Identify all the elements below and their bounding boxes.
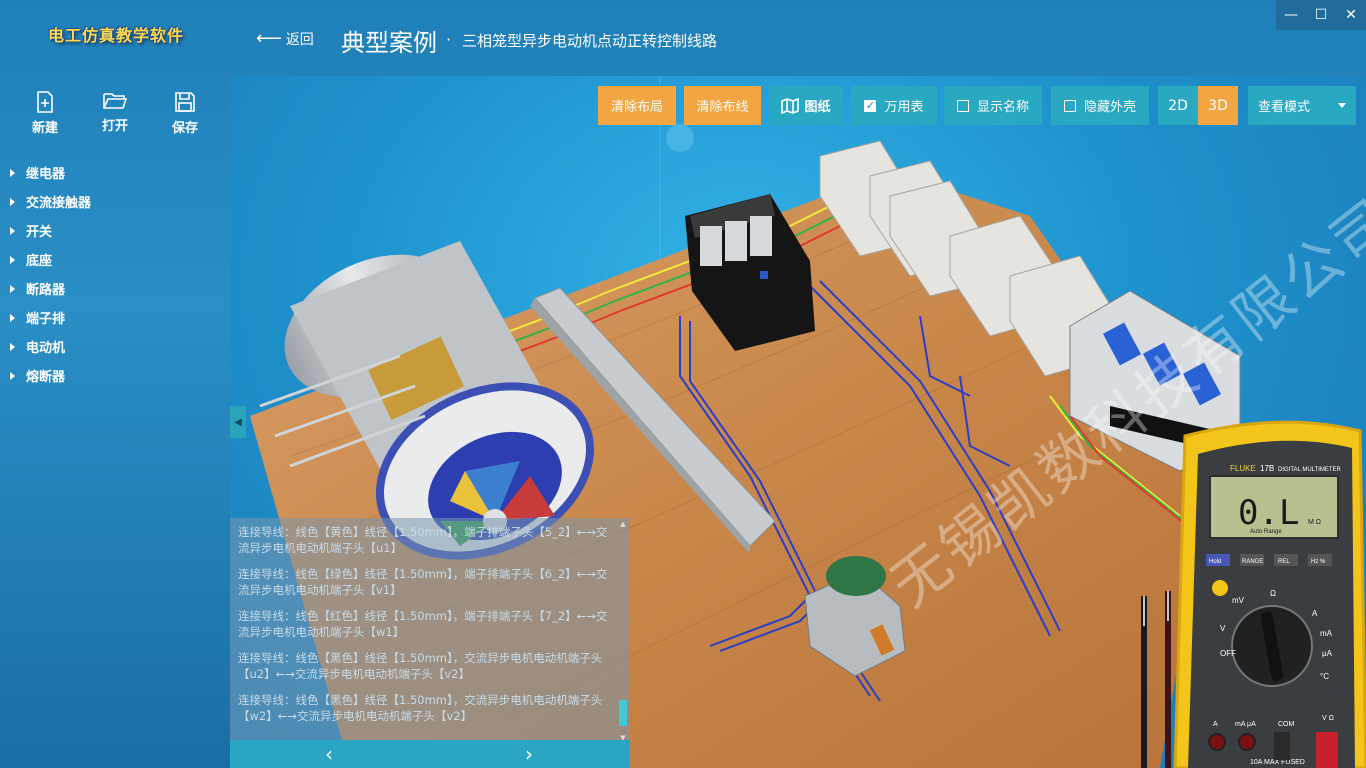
category-ac-contactor[interactable]: 交流接触器 xyxy=(10,187,91,216)
log-entry: 连接导线：线色【绿色】线径【1.50mm】，端子排端子头【6_2】←→交流异步电… xyxy=(238,567,608,597)
multimeter-checkbox[interactable]: ✓ xyxy=(864,99,877,112)
mode-3d-button[interactable]: 3D xyxy=(1198,86,1238,125)
hz-button[interactable]: Hz % xyxy=(1311,559,1326,565)
app-logo: 电工仿真教学软件 xyxy=(48,26,185,45)
drawing-button[interactable]: 图纸 xyxy=(769,86,843,125)
mode-2d-button[interactable]: 2D xyxy=(1158,86,1198,125)
expand-arrow-icon xyxy=(10,342,15,351)
category-relay[interactable]: 继电器 xyxy=(10,158,91,187)
expand-arrow-icon xyxy=(10,255,15,264)
map-icon xyxy=(781,97,800,114)
log-entry: 连接导线：线色【黑色】线径【1.50mm】，交流异步电机电动机端子头【w2】←→… xyxy=(238,693,603,723)
dial-label-v: V xyxy=(1220,624,1226,633)
title-bar: 电工仿真教学软件 ⟵ 返回 典型案例 · 三相笼型异步电动机点动正转控制线路 —… xyxy=(0,0,1366,76)
open-button[interactable]: 打开 xyxy=(85,90,145,134)
multimeter-model: 17B xyxy=(1260,464,1274,473)
page-subtitle: 三相笼型异步电动机点动正转控制线路 xyxy=(462,32,718,50)
scroll-up-icon[interactable]: ▲ xyxy=(619,520,627,528)
view-mode-select[interactable]: 查看模式 xyxy=(1248,86,1356,125)
log-scrollbar[interactable]: ▲ ▼ xyxy=(619,520,627,742)
jack-note: 10A MAX FUSED xyxy=(1250,759,1305,766)
collapse-sidebar-tab[interactable]: ◀ xyxy=(230,406,246,438)
scrollbar-thumb[interactable] xyxy=(619,700,627,726)
dial-label-celsius: °C xyxy=(1320,672,1329,681)
open-label: 打开 xyxy=(101,119,128,134)
category-circuit-breaker[interactable]: 断路器 xyxy=(10,274,91,303)
multimeter-toggle[interactable]: ✓ 万用表 xyxy=(851,86,937,125)
expand-arrow-icon xyxy=(10,313,15,322)
log-entry: 连接导线：线色【黑色】线径【1.50mm】，交流异步电机电动机端子头【u2】←→… xyxy=(238,651,603,681)
multimeter-brand: FLUKE xyxy=(1230,464,1256,473)
category-fuse[interactable]: 熔断器 xyxy=(10,361,91,390)
dial-label-a: A xyxy=(1312,609,1318,618)
multimeter-reading: 0.L xyxy=(1238,493,1299,533)
hold-button[interactable]: Hold xyxy=(1209,559,1221,565)
new-button[interactable]: 新建 xyxy=(15,90,75,136)
hide-shell-toggle[interactable]: 隐藏外壳 xyxy=(1051,86,1149,125)
multimeter-range-caption: Auto Range xyxy=(1250,529,1282,535)
folder-open-icon xyxy=(103,93,128,109)
dial-label-ohm: Ω xyxy=(1270,589,1276,598)
chevron-down-icon xyxy=(1338,103,1346,108)
floppy-disk-icon xyxy=(175,92,195,112)
log-entry: 连接导线：线色【黄色】线径【1.50mm】，端子排端子头【5_2】←→交流异步电… xyxy=(238,525,608,555)
category-motor[interactable]: 电动机 xyxy=(10,332,91,361)
expand-arrow-icon xyxy=(10,284,15,293)
title-separator: · xyxy=(446,30,452,49)
jack-ma[interactable] xyxy=(1238,733,1256,751)
category-terminal-block[interactable]: 端子排 xyxy=(10,303,91,332)
chevron-left-icon: ◀ xyxy=(234,416,242,428)
minimize-icon[interactable]: — xyxy=(1276,0,1306,30)
jack-com[interactable] xyxy=(1274,732,1290,760)
multimeter-caption: DIGITAL MULTIMETER xyxy=(1278,467,1342,473)
save-label: 保存 xyxy=(171,121,198,136)
back-button[interactable]: ⟵ 返回 xyxy=(256,29,314,49)
wiring-log-panel: 连接导线：线色【黄色】线径【1.50mm】，端子排端子头【5_2】←→交流异步电… xyxy=(230,518,630,768)
category-switch[interactable]: 开关 xyxy=(10,216,91,245)
save-button[interactable]: 保存 xyxy=(155,90,215,136)
multimeter-unit: M Ω xyxy=(1308,519,1321,526)
clear-wires-button[interactable]: 清除布线 xyxy=(684,86,761,125)
category-base[interactable]: 底座 xyxy=(10,245,91,274)
back-label: 返回 xyxy=(285,32,314,48)
3d-viewport[interactable]: FLUKE 17B DIGITAL MULTIMETER 0.L M Ω Aut… xyxy=(230,76,1366,768)
window-controls: — ☐ ✕ xyxy=(1276,0,1366,30)
rel-button[interactable]: REL xyxy=(1278,559,1290,565)
page-title: 典型案例 xyxy=(341,29,437,57)
arrow-left-icon: ⟵ xyxy=(256,28,282,49)
dial-label-ua: μA xyxy=(1322,649,1333,658)
range-button[interactable]: RANGE xyxy=(1242,559,1263,565)
dial-label-mv: mV xyxy=(1232,596,1245,605)
jack-a[interactable] xyxy=(1208,733,1226,751)
log-entry: 连接导线：线色【红色】线径【1.50mm】，端子排端子头【7_2】←→交流异步电… xyxy=(238,609,608,639)
new-label: 新建 xyxy=(31,121,58,136)
jack-v[interactable] xyxy=(1316,732,1338,768)
dial-label-ma: mA xyxy=(1320,629,1333,638)
maximize-icon[interactable]: ☐ xyxy=(1306,0,1336,30)
expand-arrow-icon xyxy=(10,168,15,177)
jack-label-v: V Ω xyxy=(1322,715,1334,722)
log-next-button[interactable]: › xyxy=(514,740,544,768)
dial-label-off: OFF xyxy=(1220,649,1236,658)
jack-label-a: A xyxy=(1213,721,1218,728)
component-category-list: 继电器 交流接触器 开关 底座 断路器 端子排 电动机 熔断器 xyxy=(10,158,91,390)
log-navigation: ‹ › xyxy=(230,740,630,768)
hide-shell-checkbox[interactable] xyxy=(1063,99,1076,112)
expand-arrow-icon xyxy=(10,371,15,380)
jack-label-com: COM xyxy=(1278,721,1295,728)
log-list[interactable]: 连接导线：线色【黄色】线径【1.50mm】，端子排端子头【5_2】←→交流异步电… xyxy=(238,524,612,736)
log-prev-button[interactable]: ‹ xyxy=(314,740,344,768)
file-plus-icon xyxy=(37,91,53,113)
expand-arrow-icon xyxy=(10,226,15,235)
sidebar: 新建 打开 保存 继电器 交流接触器 开关 底座 断路器 端子排 电动机 熔断器 xyxy=(0,76,230,768)
clear-layout-button[interactable]: 清除布局 xyxy=(598,86,676,125)
show-names-checkbox[interactable] xyxy=(956,99,969,112)
close-icon[interactable]: ✕ xyxy=(1336,0,1366,30)
expand-arrow-icon xyxy=(10,197,15,206)
jack-label-ma: mA μA xyxy=(1235,721,1256,728)
show-names-toggle[interactable]: 显示名称 xyxy=(944,86,1042,125)
